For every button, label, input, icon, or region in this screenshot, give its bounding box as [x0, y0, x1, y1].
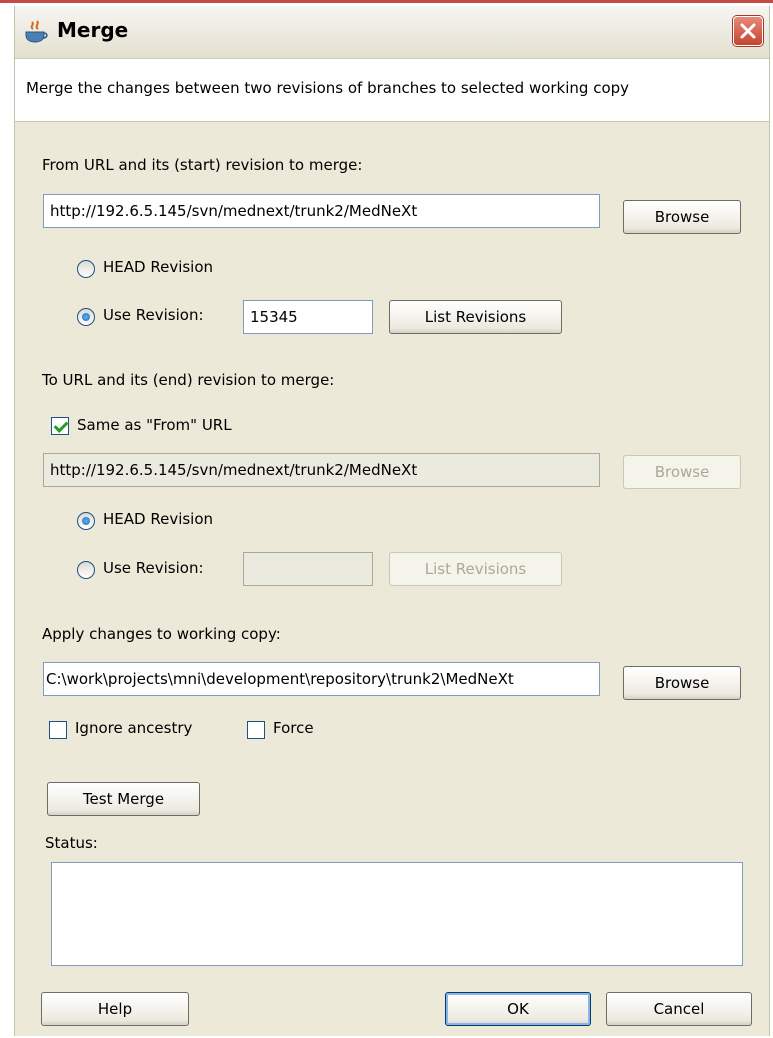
to-use-revision-label: Use Revision: — [103, 559, 204, 577]
working-copy-path: C:\work\projects\mni\development\reposit… — [46, 670, 514, 688]
same-as-from-label: Same as "From" URL — [77, 416, 232, 434]
working-copy-input[interactable]: C:\work\projects\mni\development\reposit… — [43, 662, 600, 696]
from-browse-button[interactable]: Browse — [623, 200, 741, 234]
close-button[interactable] — [733, 16, 763, 46]
to-browse-button[interactable]: Browse — [623, 455, 741, 489]
same-as-from-checkbox[interactable] — [51, 417, 69, 435]
apply-changes-label: Apply changes to working copy: — [42, 625, 281, 643]
to-revision-input[interactable] — [243, 552, 373, 586]
apply-browse-button[interactable]: Browse — [623, 666, 741, 700]
cancel-button[interactable]: Cancel — [606, 992, 752, 1026]
from-revision-input[interactable]: 15345 — [243, 300, 373, 334]
from-url-input[interactable]: http://192.6.5.145/svn/mednext/trunk2/Me… — [43, 194, 600, 228]
to-url-input[interactable]: http://192.6.5.145/svn/mednext/trunk2/Me… — [43, 453, 600, 487]
dialog-description: Merge the changes between two revisions … — [26, 79, 630, 97]
title-bar[interactable]: Merge — [15, 6, 769, 59]
close-icon — [740, 23, 756, 39]
to-list-revisions-button[interactable]: List Revisions — [389, 552, 562, 586]
ok-button[interactable]: OK — [445, 992, 591, 1026]
from-use-revision-radio[interactable] — [77, 308, 95, 326]
java-cup-icon — [25, 20, 48, 43]
top-edge — [0, 0, 773, 3]
window-title: Merge — [57, 18, 129, 42]
ignore-ancestry-label: Ignore ancestry — [75, 719, 193, 737]
to-head-revision-label: HEAD Revision — [103, 510, 214, 528]
from-url-label: From URL and its (start) revision to mer… — [42, 156, 363, 174]
description-band: Merge the changes between two revisions … — [15, 59, 769, 122]
force-checkbox[interactable] — [247, 721, 265, 739]
to-head-revision-radio[interactable] — [77, 512, 95, 530]
from-list-revisions-button[interactable]: List Revisions — [389, 300, 562, 334]
from-head-revision-radio[interactable] — [77, 260, 95, 278]
ignore-ancestry-checkbox[interactable] — [49, 721, 67, 739]
force-label: Force — [273, 719, 314, 737]
status-text-area[interactable] — [51, 862, 743, 966]
to-use-revision-radio[interactable] — [77, 561, 95, 579]
merge-dialog: Merge Merge the changes between two revi… — [14, 6, 770, 1036]
test-merge-button[interactable]: Test Merge — [47, 782, 200, 816]
status-label: Status: — [45, 834, 98, 852]
from-use-revision-label: Use Revision: — [103, 306, 204, 324]
from-head-revision-label: HEAD Revision — [103, 258, 214, 276]
to-url-label: To URL and its (end) revision to merge: — [42, 371, 335, 389]
help-button[interactable]: Help — [41, 992, 189, 1026]
